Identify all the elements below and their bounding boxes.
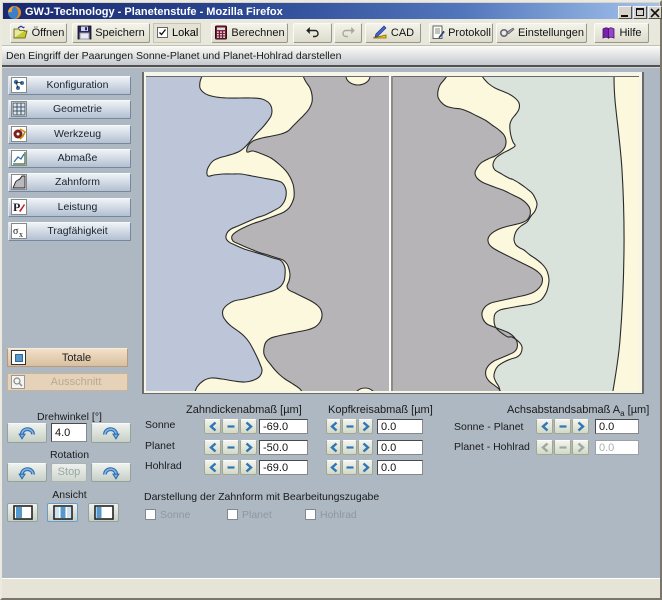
svg-text:P: P	[13, 200, 20, 214]
svg-text:x: x	[19, 230, 23, 238]
